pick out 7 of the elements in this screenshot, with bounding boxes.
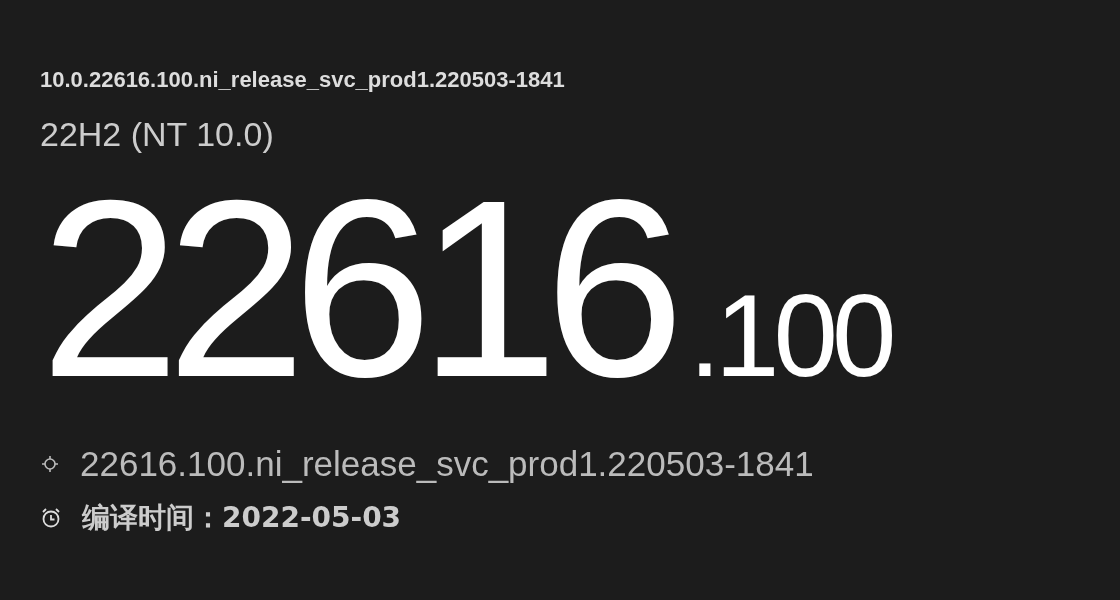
build-revision: .100 [688,276,891,396]
build-detail: 22616.100.ni_release_svc_prod1.220503-1841 [80,444,814,484]
version-label: 22H2 (NT 10.0) [40,114,274,155]
build-number: 22616 [40,164,671,414]
build-string: 10.0.22616.100.ni_release_svc_prod1.220503-1841 [40,66,565,94]
build-date: 编译时间：2022-05-03 [82,500,402,536]
alarm-clock-icon [40,507,62,529]
